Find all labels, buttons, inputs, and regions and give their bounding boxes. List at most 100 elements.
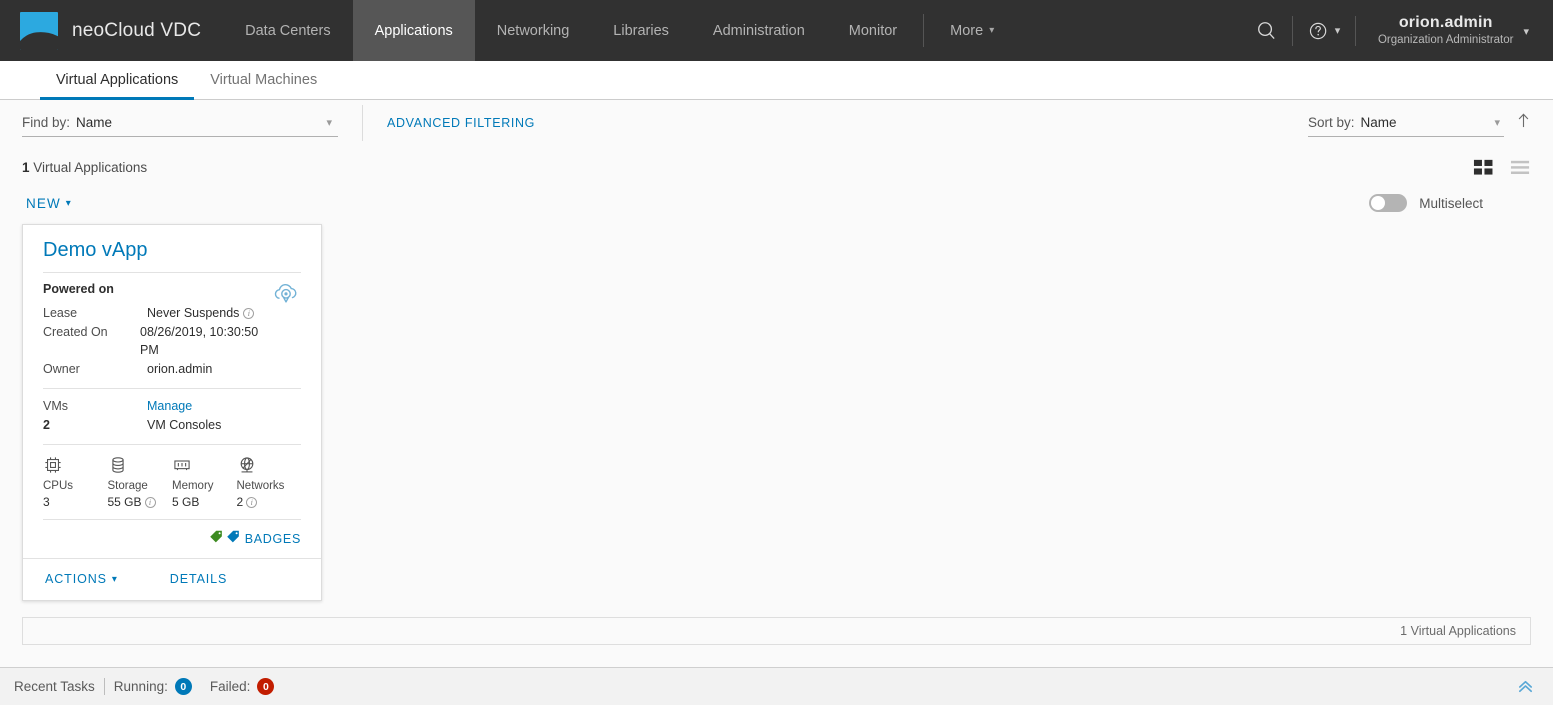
resource-grid: CPUs 3 Storage 55 GB i Memory 5 GB Netwo… [43,453,301,509]
card-grid: Demo vApp Powered on Lease Never Suspend… [0,218,1553,601]
resource-value: 5 GB [172,495,237,509]
cloud-vapp-icon [271,279,301,314]
user-name: orion.admin [1398,14,1493,32]
cpu-icon [43,453,108,475]
nav-item-networking[interactable]: Networking [475,0,592,61]
pagination-bar: 1 Virtual Applications [22,617,1531,645]
chevron-double-up-icon[interactable] [1516,677,1539,696]
info-icon[interactable]: i [144,496,156,508]
resource-value-text: 2 [236,495,244,509]
chevron-down-icon: ▾ [326,117,332,129]
grid-view-icon[interactable] [1473,157,1494,178]
network-icon [237,453,302,475]
detail-key: Owner [43,361,80,376]
multiselect-label: Multiselect [1419,195,1483,211]
nav-item-monitor[interactable]: Monitor [827,0,919,61]
failed-label: Failed: [209,679,251,694]
sort-by-value: Name [1360,115,1397,130]
resource-storage: Storage 55 GB i [108,453,173,509]
detail-row-owner: Owner orion.admin [43,360,271,379]
details-label: DETAILS [169,572,228,586]
multiselect-toggle[interactable] [1369,194,1408,212]
chevron-down-icon: ▾ [1523,25,1529,38]
detail-key: Created On [43,324,108,339]
failed-count-badge: 0 [257,678,275,695]
content-tabs: Virtual Applications Virtual Machines [0,61,1553,100]
running-count-badge: 0 [174,678,192,695]
footer-divider [103,678,105,695]
advanced-filtering-button[interactable]: ADVANCED FILTERING [387,116,535,130]
vapp-card-title[interactable]: Demo vApp [23,225,321,272]
resource-memory: Memory 5 GB [172,453,237,509]
vapp-card[interactable]: Demo vApp Powered on Lease Never Suspend… [22,224,322,601]
brand-home-link[interactable]: neoCloud VDC [0,0,223,61]
new-button-label: NEW [26,195,61,211]
user-menu[interactable]: orion.admin Organization Administrator ▾ [1358,13,1535,47]
resource-networks: Networks 2 i [237,453,302,509]
vm-consoles-label: VM Consoles [147,417,222,432]
view-mode-toggles [1473,157,1531,178]
vapp-card-resources-section: CPUs 3 Storage 55 GB i Memory 5 GB Netwo… [43,444,301,519]
vapp-card-footer: ACTIONS ▾ DETAILS [23,558,321,600]
running-tasks-status[interactable]: Running: 0 [114,678,192,695]
sort-by-select[interactable]: Sort by: Name ▾ [1308,110,1504,137]
badge-tag-green-icon [209,529,224,549]
nav-item-data-centers[interactable]: Data Centers [223,0,352,61]
recent-tasks-bar: Recent Tasks Running: 0 Failed: 0 [0,667,1553,705]
storage-icon [108,453,173,475]
actions-label: ACTIONS [45,572,107,586]
nav-item-libraries[interactable]: Libraries [591,0,691,61]
resource-value-text: 3 [43,495,50,509]
new-button[interactable]: NEW ▾ [26,196,72,211]
details-button[interactable]: DETAILS [170,572,227,586]
badges-row[interactable]: BADGES [43,519,301,558]
neocloud-logo-icon [20,11,58,50]
detail-row-created-on: Created On 08/26/2019, 10:30:50 PM [43,323,271,360]
multiselect-control: Multiselect [1369,194,1531,212]
brand-name: neoCloud VDC [72,19,202,41]
vms-count: 2 [43,417,50,432]
sort-controls: Sort by: Name ▾ [1308,110,1531,137]
help-icon[interactable]: ▾ [1295,0,1353,61]
chevron-down-icon: ▾ [1494,117,1500,129]
resource-label: Memory [172,480,214,492]
chevron-down-icon: ▾ [989,25,995,36]
results-count-suffix: Virtual Applications [29,159,148,175]
failed-tasks-status[interactable]: Failed: 0 [210,678,275,695]
filter-toolbar: Find by: Name ▾ ADVANCED FILTERING Sort … [0,100,1553,146]
resource-label: Networks [236,480,285,492]
tab-virtual-applications[interactable]: Virtual Applications [40,61,195,100]
sort-direction-ascending-icon[interactable] [1516,112,1531,134]
nav-label: Networking [496,22,570,39]
find-by-value: Name [76,115,113,130]
nav-divider [923,14,925,47]
actions-button[interactable]: ACTIONS ▾ [45,572,118,586]
resource-label: Storage [107,480,148,492]
nav-label: Monitor [848,22,898,39]
list-view-icon[interactable] [1510,157,1531,178]
pagination-summary: 1 Virtual Applications [1400,624,1516,638]
detail-value: Never Suspends i [147,304,255,323]
results-count: 1 Virtual Applications [22,160,147,175]
tab-virtual-machines[interactable]: Virtual Machines [194,61,333,99]
nav-item-administration[interactable]: Administration [691,0,827,61]
top-nav-right-cluster: ▾ orion.admin Organization Administrator… [1244,0,1553,61]
resource-value-text: 55 GB [107,495,142,509]
find-by-select[interactable]: Find by: Name ▾ [22,110,338,137]
resource-cpus: CPUs 3 [43,453,108,509]
results-count-row: 1 Virtual Applications [0,146,1553,180]
toolbar-divider [362,105,363,141]
search-icon[interactable] [1244,0,1290,61]
detail-value: orion.admin [147,361,213,376]
vms-label: VMs [43,399,68,413]
manage-link[interactable]: Manage [147,397,192,416]
badges-label[interactable]: BADGES [245,532,301,546]
info-icon[interactable]: i [243,307,255,319]
nav-label: Applications [374,22,453,39]
info-icon[interactable]: i [246,496,258,508]
nav-item-applications[interactable]: Applications [352,0,475,61]
nav-item-more[interactable]: More ▾ [928,0,1016,61]
recent-tasks-label[interactable]: Recent Tasks [14,679,95,694]
detail-key: Lease [43,306,78,320]
badge-tag-blue-icon [226,529,241,549]
